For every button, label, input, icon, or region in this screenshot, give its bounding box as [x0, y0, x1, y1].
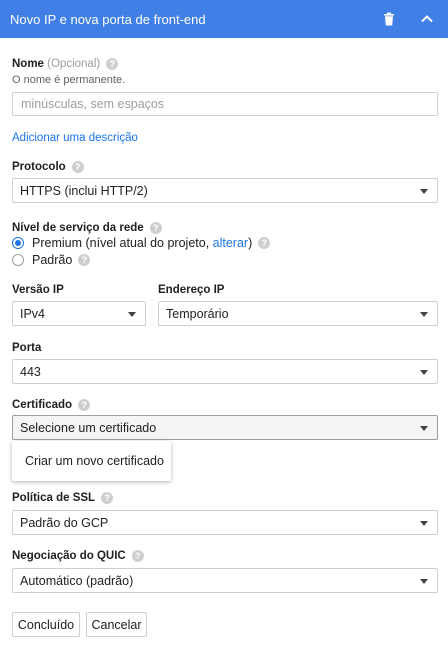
panel-title: Novo IP e nova porta de front-end [10, 11, 206, 27]
ip-address-label: Endereço IP [158, 284, 225, 296]
dropdown-caret-icon [420, 578, 428, 584]
trash-icon[interactable] [381, 11, 397, 27]
create-certificate-menu-item[interactable]: Criar um novo certificado [25, 454, 164, 468]
ip-address-value: Temporário [166, 306, 229, 321]
network-tier-label: Nível de serviço da rede? [12, 222, 162, 234]
help-icon[interactable]: ? [106, 58, 119, 70]
help-icon[interactable]: ? [101, 492, 114, 504]
certificate-select[interactable]: Selecione um certificado [12, 415, 438, 440]
tier-standard-option[interactable]: Padrão ? [12, 253, 91, 267]
name-input[interactable]: minúsculas, sem espaços [12, 92, 438, 116]
name-hint: O nome é permanente. [12, 74, 126, 86]
tier-premium-label: Premium (nível atual do projeto, alterar… [32, 236, 253, 250]
port-label: Porta [12, 342, 42, 354]
done-button[interactable]: Concluído [12, 612, 80, 637]
quic-label: Negociação do QUIC? [12, 550, 144, 562]
radio-unselected-icon[interactable] [12, 254, 24, 266]
ip-address-select[interactable]: Temporário [158, 301, 438, 326]
certificate-label: Certificado? [12, 399, 91, 411]
tier-premium-option[interactable]: Premium (nível atual do projeto, alterar… [12, 236, 271, 250]
certificate-dropdown-menu: Criar um novo certificado [12, 441, 171, 481]
name-label: Nome (Opcional)? [12, 58, 119, 71]
radio-selected-icon[interactable] [12, 237, 24, 249]
quic-value: Automático (padrão) [20, 573, 134, 588]
dropdown-caret-icon [420, 188, 428, 194]
ssl-policy-select[interactable]: Padrão do GCP [12, 510, 438, 535]
help-icon[interactable]: ? [131, 550, 144, 562]
dropdown-caret-icon [420, 425, 428, 431]
cancel-button[interactable]: Cancelar [86, 612, 147, 637]
ip-version-label: Versão IP [12, 284, 64, 296]
port-select[interactable]: 443 [12, 359, 438, 384]
help-icon[interactable]: ? [78, 254, 91, 266]
certificate-value: Selecione um certificado [20, 420, 157, 435]
help-icon[interactable]: ? [149, 222, 162, 234]
protocol-select[interactable]: HTTPS (inclui HTTP/2) [12, 178, 438, 203]
ip-version-value: IPv4 [20, 306, 46, 321]
ssl-policy-value: Padrão do GCP [20, 515, 109, 530]
dropdown-caret-icon [128, 311, 136, 317]
dropdown-caret-icon [420, 311, 428, 317]
help-icon[interactable]: ? [258, 237, 271, 249]
help-icon[interactable]: ? [71, 161, 84, 173]
quic-select[interactable]: Automático (padrão) [12, 568, 438, 593]
tier-standard-label: Padrão [32, 253, 73, 267]
panel-header: Novo IP e nova porta de front-end [0, 0, 448, 38]
ssl-policy-label: Política de SSL? [12, 492, 114, 504]
help-icon[interactable]: ? [78, 399, 91, 411]
optional-tag: (Opcional) [47, 58, 101, 71]
dropdown-caret-icon [420, 520, 428, 526]
dropdown-caret-icon [420, 369, 428, 375]
chevron-up-icon[interactable] [419, 11, 435, 27]
ip-version-select[interactable]: IPv4 [12, 301, 146, 326]
protocol-value: HTTPS (inclui HTTP/2) [20, 183, 148, 198]
protocol-label: Protocolo? [12, 161, 84, 173]
change-tier-link[interactable]: alterar [213, 236, 248, 250]
add-description-link[interactable]: Adicionar uma descrição [12, 132, 138, 144]
port-value: 443 [20, 364, 41, 379]
